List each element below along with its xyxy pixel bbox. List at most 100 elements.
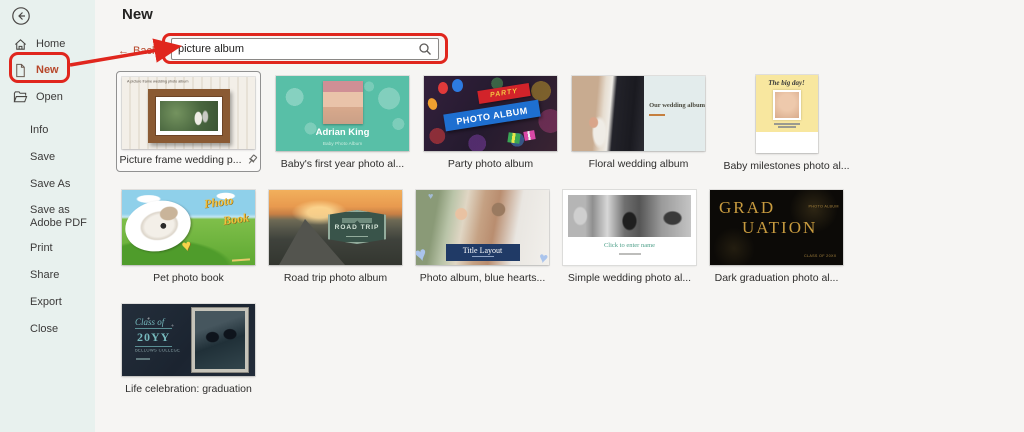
template-label: Life celebration: graduation	[122, 383, 255, 395]
template-thumbnail: Our wedding album	[572, 76, 705, 151]
page-title: New	[122, 6, 153, 23]
template-card-pet-photo-book[interactable]: Photo Book ♥ Pet photo book	[122, 190, 255, 284]
thumbnail-subtitle: Baby Photo Album	[289, 142, 395, 147]
template-card-life-celebration[interactable]: Class of 20YY BELLOWS COLLEGE Life celeb…	[122, 304, 255, 395]
template-label: Party photo album	[424, 158, 557, 170]
template-thumbnail: Photo Book ♥	[122, 190, 255, 265]
back-circle-icon	[11, 13, 31, 30]
template-label: Road trip photo album	[269, 272, 402, 284]
thumbnail-title: Adrian King	[276, 127, 409, 138]
thumbnail-title: Class of	[135, 317, 164, 327]
thumbnail-title: 20YY	[135, 328, 172, 347]
graduation-photo-art	[192, 308, 248, 372]
thumbnail-title: GRAD	[719, 198, 775, 218]
back-circle-button[interactable]	[11, 6, 31, 26]
wedding-photo-art	[572, 76, 644, 151]
template-thumbnail: A picture frame wedding photo album	[122, 77, 255, 149]
sidebar-item-home[interactable]: Home	[0, 32, 95, 56]
template-thumbnail: The big day!	[756, 75, 818, 153]
thumbnail-subtitle: PHOTO ALBUM	[809, 205, 839, 209]
template-label: Pet photo book	[122, 272, 255, 284]
text-line-art	[778, 126, 796, 128]
picture-frame-art	[148, 89, 230, 143]
text-line-art	[774, 123, 800, 125]
title-banner: Title Layout	[446, 244, 520, 261]
sidebar-item-share[interactable]: Share	[30, 269, 92, 282]
baby-photo-art	[773, 90, 801, 120]
template-card-baby-milestones[interactable]: The big day! Baby milestones photo al...	[720, 75, 853, 172]
balloon-art	[452, 79, 463, 92]
date-art	[136, 358, 150, 360]
thumbnail-title: UATION	[742, 218, 817, 238]
template-label: Floral wedding album	[572, 158, 705, 170]
template-card-dark-graduation[interactable]: GRAD UATION PHOTO ALBUM CLASS OF 20XX Da…	[710, 190, 843, 284]
thumbnail-prompt: Click to enter name	[563, 242, 696, 249]
template-card-simple-wedding[interactable]: Click to enter name Simple wedding photo…	[563, 190, 696, 284]
sidebar-item-export[interactable]: Export	[30, 296, 92, 309]
template-card-picture-frame-wedding[interactable]: A picture frame wedding photo album Pict…	[116, 71, 261, 172]
thumbnail-subtitle: CLASS OF 20XX	[804, 254, 837, 258]
template-row: A picture frame wedding photo album Pict…	[116, 71, 853, 172]
backstage-sidebar: Home New Open Info Save Save As Save as …	[0, 0, 95, 432]
template-row: Class of 20YY BELLOWS COLLEGE Life celeb…	[122, 299, 255, 395]
thumbnail-date-art	[649, 114, 665, 116]
template-thumbnail: Class of 20YY BELLOWS COLLEGE	[122, 304, 255, 376]
template-row: Photo Book ♥ Pet photo book ROAD TRIP Ro…	[122, 185, 843, 284]
balloon-art	[426, 97, 439, 111]
template-card-floral-wedding[interactable]: Our wedding album Floral wedding album	[572, 76, 705, 170]
template-card-party-photo-album[interactable]: PARTY PHOTO ALBUM Party photo album	[424, 76, 557, 170]
template-thumbnail: ♥ ♥ ♥ Title Layout	[416, 190, 549, 265]
baby-photo-art	[323, 81, 363, 124]
open-folder-icon	[13, 90, 28, 105]
thumbnail-title: Book	[222, 210, 250, 228]
sidebar-item-save-as-adobe-pdf[interactable]: Save as Adobe PDF	[30, 204, 92, 230]
ribbon-banner: PHOTO ALBUM	[443, 100, 540, 132]
sidebar-item-info[interactable]: Info	[30, 124, 92, 137]
thumbnail-subtitle: BELLOWS COLLEGE	[135, 349, 180, 353]
back-arrow-icon: ←	[118, 45, 129, 57]
gift-art	[507, 132, 520, 144]
template-thumbnail: PARTY PHOTO ALBUM	[424, 76, 557, 151]
heart-art: ♥	[538, 250, 549, 265]
template-label: Photo album, blue hearts...	[416, 272, 549, 284]
template-card-babys-first-year[interactable]: Adrian King Baby Photo Album Baby's firs…	[276, 76, 409, 170]
heart-art: ♥	[416, 244, 429, 265]
template-thumbnail: ROAD TRIP	[269, 190, 402, 265]
template-card-blue-hearts[interactable]: ♥ ♥ ♥ Title Layout Photo album, blue hea…	[416, 190, 549, 284]
thumbnail-title: Photo	[203, 193, 234, 212]
ribbon-banner: PARTY	[477, 83, 530, 104]
thumbnail-caption: A picture frame wedding photo album	[127, 80, 251, 84]
sidebar-item-close[interactable]: Close	[30, 323, 92, 336]
pin-icon[interactable]	[246, 154, 258, 166]
template-search-box	[171, 38, 439, 60]
gift-art	[523, 130, 535, 141]
template-thumbnail: Click to enter name	[563, 190, 696, 265]
thumbnail-title: Our wedding album	[649, 102, 705, 109]
new-document-icon	[13, 63, 28, 78]
text-line-art	[619, 253, 641, 255]
sidebar-item-label: Home	[36, 38, 65, 50]
sidebar-item-print[interactable]: Print	[30, 242, 92, 255]
search-icon[interactable]	[418, 42, 432, 56]
balloon-art	[438, 82, 448, 94]
sidebar-item-open[interactable]: Open	[0, 85, 95, 109]
sidebar-item-save[interactable]: Save	[30, 151, 92, 164]
template-thumbnail: Adrian King Baby Photo Album	[276, 76, 409, 151]
road-trip-badge: ROAD TRIP	[328, 210, 386, 244]
sidebar-item-new[interactable]: New	[0, 58, 95, 82]
template-label: Baby's first year photo al...	[276, 158, 409, 170]
powerpoint-backstage-new-view: Home New Open Info Save Save As Save as …	[0, 0, 1024, 432]
template-label: Picture frame wedding p...	[120, 154, 242, 166]
template-card-road-trip[interactable]: ROAD TRIP Road trip photo album	[269, 190, 402, 284]
date-art	[232, 258, 250, 261]
template-thumbnail: GRAD UATION PHOTO ALBUM CLASS OF 20XX	[710, 190, 843, 265]
bw-photo-art	[568, 195, 691, 237]
sidebar-item-label: Open	[36, 91, 63, 103]
sidebar-item-save-as[interactable]: Save As	[30, 178, 92, 191]
sidebar-item-label: New	[36, 64, 59, 76]
back-link[interactable]: ← Back	[118, 45, 157, 57]
thumbnail-title: The big day!	[756, 79, 818, 87]
template-label: Baby milestones photo al...	[720, 160, 853, 172]
template-label: Dark graduation photo al...	[710, 272, 843, 284]
search-input[interactable]	[172, 43, 418, 55]
